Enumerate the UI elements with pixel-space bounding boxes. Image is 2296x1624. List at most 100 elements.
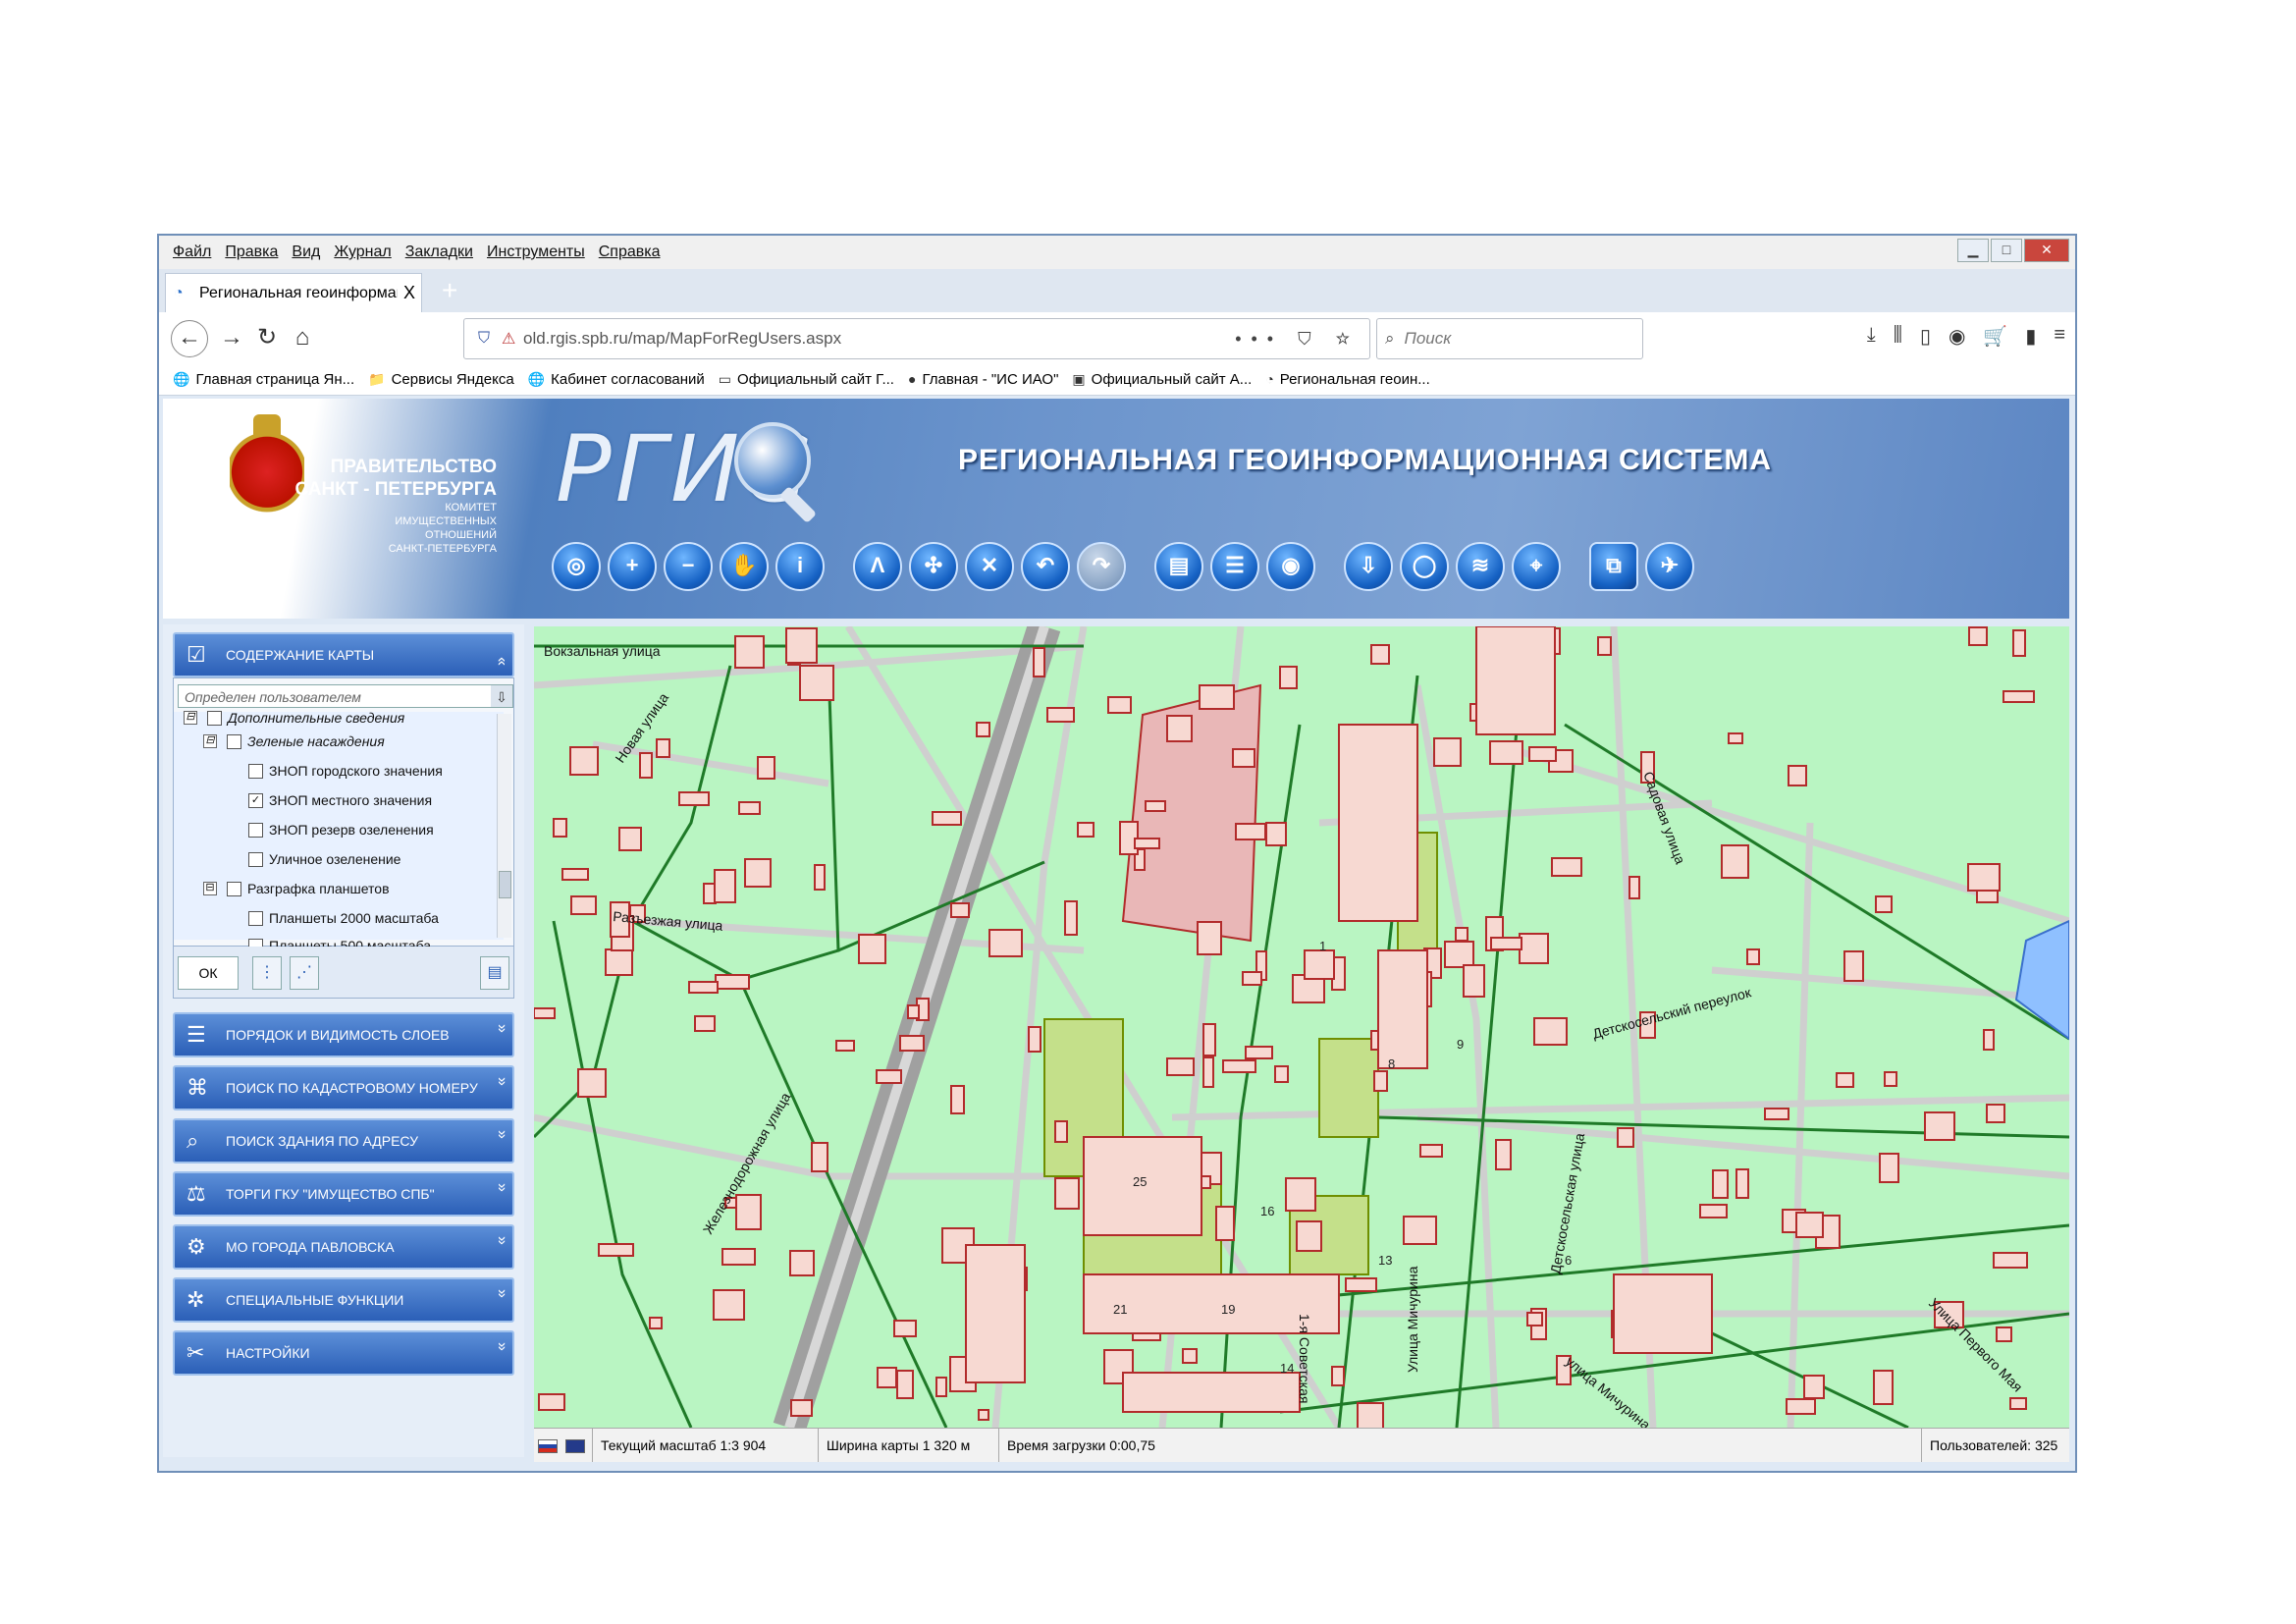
expand-all-icon[interactable]: ⋮ (252, 956, 282, 990)
panel-address-search[interactable]: ⌕ ПОИСК ЗДАНИЯ ПО АДРЕСУ» (173, 1118, 514, 1164)
tree-item-additional[interactable]: ⊟ Дополнительные сведения (184, 710, 404, 726)
url-actions[interactable]: ••• ⛉ ☆ (1235, 329, 1360, 350)
collapse-all-icon[interactable]: ⋰ (290, 956, 319, 990)
expand-icon[interactable]: » (493, 1077, 510, 1099)
hamburger-menu-icon[interactable]: ≡ (2054, 324, 2065, 349)
home-button[interactable]: ⌂ (285, 320, 320, 355)
checkbox[interactable] (248, 822, 263, 838)
plane-icon[interactable]: ✈ (1645, 542, 1694, 591)
undo-icon[interactable]: ↶ (1021, 542, 1070, 591)
tree-item-sheets-2000[interactable]: Планшеты 2000 масштаба (248, 910, 439, 926)
save-layers-icon[interactable]: ▤ (480, 956, 509, 990)
chevron-down-icon[interactable]: ⇩ (491, 685, 512, 707)
expand-icon[interactable]: ⊟ (203, 734, 217, 748)
zoom-out-icon[interactable]: − (664, 542, 713, 591)
panel-mo-pavlovsk[interactable]: ⚙ МО ГОРОДА ПАВЛОВСКА» (173, 1224, 514, 1270)
tree-scrollbar[interactable] (497, 714, 511, 938)
download-arrow-icon[interactable]: ⇩ (1344, 542, 1393, 591)
sidebar-icon[interactable]: ▯ (1920, 324, 1931, 349)
checkbox[interactable] (248, 851, 263, 867)
panel-map-content-header[interactable]: ☑ СОДЕРЖАНИЕ КАРТЫ » (173, 632, 514, 677)
maximize-button[interactable]: □ (1991, 239, 2022, 262)
map-canvas[interactable]: Вокзальная улицаНовая улицаРазъезжая ули… (534, 626, 2069, 1428)
tab-rgis[interactable]: ◔ Региональная геоинформаци X (165, 273, 422, 312)
checkbox[interactable] (248, 763, 263, 779)
tree-item-green[interactable]: ⊟ Зеленые насаждения (203, 733, 385, 749)
redo-icon[interactable]: ↷ (1077, 542, 1126, 591)
menu-bookmarks[interactable]: Закладки (405, 244, 473, 261)
menu-edit[interactable]: Правка (225, 244, 278, 261)
tree-item-znop-local[interactable]: ✓ ЗНОП местного значения (248, 792, 432, 808)
bookmark-item[interactable]: ▭ Официальный сайт Г... (719, 371, 894, 388)
checkbox[interactable] (227, 881, 241, 896)
menu-help[interactable]: Справка (599, 244, 661, 261)
checkbox-checked[interactable]: ✓ (248, 792, 263, 808)
cart-icon[interactable]: 🛒 (1983, 324, 2007, 349)
panel-settings[interactable]: ✂ НАСТРОЙКИ» (173, 1330, 514, 1376)
bookmark-item[interactable]: ◔ Региональная геоин... (1265, 371, 1429, 388)
search-input[interactable]: ⌕ Поиск (1376, 318, 1643, 359)
bookmark-item[interactable]: ● Главная - "ИС ИАО" (908, 371, 1058, 388)
map-view[interactable]: Вокзальная улица Новая улица Разъезжая ули… (534, 626, 2069, 1428)
expand-icon[interactable]: » (493, 1236, 510, 1258)
menu-view[interactable]: Вид (292, 244, 320, 261)
checkbox[interactable] (207, 710, 222, 726)
new-tab-button[interactable]: + (442, 275, 457, 306)
menu-tools[interactable]: Инструменты (487, 244, 585, 261)
expand-icon[interactable]: ⊟ (184, 711, 197, 725)
expand-icon[interactable]: » (493, 1342, 510, 1364)
layers-globe-icon[interactable]: ◉ (1266, 542, 1315, 591)
location-pin-icon[interactable]: ⌖ (1512, 542, 1561, 591)
address-bar[interactable]: ⛉ ⚠ old.rgis.spb.ru/map/MapForRegUsers.a… (463, 318, 1370, 359)
forward-button[interactable]: → (214, 320, 249, 355)
menu-file[interactable]: Файл (173, 244, 211, 261)
scrollbar-thumb[interactable] (499, 871, 511, 898)
ok-button[interactable]: ОК (178, 956, 239, 990)
rss-icon[interactable]: ≋ (1456, 542, 1505, 591)
download-icon[interactable]: ⤓ (1867, 324, 1876, 349)
expand-icon[interactable]: » (493, 1289, 510, 1311)
zoom-in-icon[interactable]: + (608, 542, 657, 591)
tab-close-icon[interactable]: X (398, 283, 421, 303)
print-icon[interactable]: ▤ (1154, 542, 1203, 591)
list-icon[interactable]: ☰ (1210, 542, 1259, 591)
expand-icon[interactable]: » (493, 1130, 510, 1152)
bookmark-item[interactable]: ▣ Официальный сайт А... (1072, 371, 1252, 388)
bookmark-item[interactable]: 🌐 Главная страница Ян... (173, 371, 354, 388)
layer-preset-select[interactable]: Определен пользователем ⇩ (178, 684, 513, 708)
search-circle-icon[interactable]: ◯ (1400, 542, 1449, 591)
collapse-icon[interactable]: » (493, 644, 510, 666)
tree-item-znop-reserve[interactable]: ЗНОП резерв озеленения (248, 822, 434, 838)
menu-history[interactable]: Журнал (334, 244, 391, 261)
tree-item-sheets[interactable]: ⊟ Разграфка планшетов (203, 881, 390, 896)
back-button[interactable]: ← (171, 320, 208, 357)
tree-item-znop-city[interactable]: ЗНОП городского значения (248, 763, 443, 779)
pan-hand-icon[interactable]: ✋ (720, 542, 769, 591)
english-flag-icon[interactable] (564, 1439, 585, 1454)
window-icon[interactable]: ⧉ (1589, 542, 1638, 591)
library-icon[interactable]: ⫼ (1894, 324, 1902, 349)
measure-icon[interactable]: Λ (853, 542, 902, 591)
panel-auctions[interactable]: ⚖ ТОРГИ ГКУ "ИМУЩЕСТВО СПБ"» (173, 1171, 514, 1217)
bookmark-item[interactable]: 📁 Сервисы Яндекса (368, 371, 514, 388)
panel-special-functions[interactable]: ✲ СПЕЦИАЛЬНЫЕ ФУНКЦИИ» (173, 1277, 514, 1323)
expand-icon[interactable]: » (493, 1024, 510, 1046)
tree-item-street-green[interactable]: Уличное озеленение (248, 851, 400, 867)
checkbox[interactable] (227, 733, 241, 749)
panel-cadastral-search[interactable]: ⌘ ПОИСК ПО КАДАСТРОВОМУ НОМЕРУ» (173, 1065, 514, 1110)
select-icon[interactable]: ✣ (909, 542, 958, 591)
bookmark-item[interactable]: 🌐 Кабинет согласований (528, 371, 705, 388)
panel-layer-order[interactable]: ☰ ПОРЯДОК И ВИДИМОСТЬ СЛОЕВ» (173, 1012, 514, 1057)
account-icon[interactable]: ◉ (1949, 324, 1965, 349)
expand-icon[interactable]: ⊟ (203, 882, 217, 895)
clear-icon[interactable]: ✕ (965, 542, 1014, 591)
close-window-button[interactable]: ✕ (2024, 239, 2069, 262)
full-extent-icon[interactable]: ◎ (552, 542, 601, 591)
minimize-button[interactable]: ▁ (1957, 239, 1989, 262)
checkbox[interactable] (248, 910, 263, 926)
russian-flag-icon[interactable] (538, 1439, 558, 1454)
reload-button[interactable]: ↻ (249, 320, 285, 355)
extension-icon[interactable]: ▮ (2025, 324, 2036, 349)
info-icon[interactable]: i (775, 542, 825, 591)
expand-icon[interactable]: » (493, 1183, 510, 1205)
